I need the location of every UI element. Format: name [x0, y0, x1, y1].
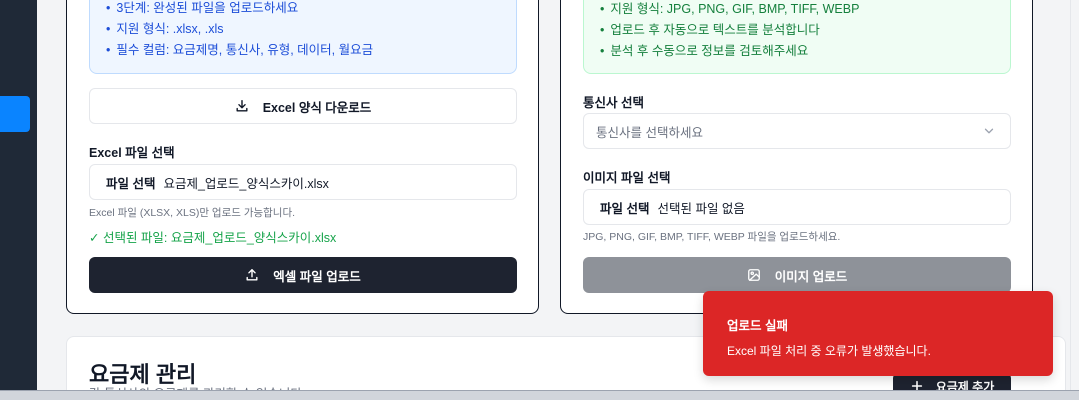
carrier-label: 통신사 선택: [583, 96, 644, 110]
excel-file-label: Excel 파일 선택: [89, 146, 175, 160]
file-choose-button[interactable]: 파일 선택: [600, 198, 649, 217]
sidebar: [0, 0, 37, 392]
toast-title: 업로드 실패: [727, 319, 788, 333]
info-item: 필수 컬럼: 요금제명, 통신사, 유형, 데이터, 월요금: [106, 40, 373, 61]
file-name: 선택된 파일 없음: [657, 201, 745, 216]
toast-description: Excel 파일 처리 중 오류가 발생했습니다.: [727, 344, 931, 358]
image-upload-button[interactable]: 이미지 업로드: [583, 257, 1011, 293]
info-item: 업로드 후 자동으로 텍스트를 분석합니다: [600, 20, 859, 41]
image-help-text: JPG, PNG, GIF, BMP, TIFF, WEBP 파일을 업로드하세…: [583, 231, 841, 243]
upload-icon: [245, 268, 259, 282]
sidebar-active-item[interactable]: [0, 96, 30, 132]
chevron-down-icon: [982, 124, 996, 138]
info-item: 지원 형식: JPG, PNG, GIF, BMP, TIFF, WEBP: [600, 0, 859, 20]
excel-file-input[interactable]: 파일 선택 요금제_업로드_양식스카이.xlsx: [89, 164, 517, 200]
carrier-placeholder: 통신사를 선택하세요: [596, 125, 703, 140]
excel-upload-button[interactable]: 엑셀 파일 업로드: [89, 257, 517, 293]
file-name: 요금제_업로드_양식스카이.xlsx: [163, 176, 329, 191]
carrier-select[interactable]: 통신사를 선택하세요: [583, 113, 1011, 149]
upload-label: 엑셀 파일 업로드: [273, 269, 361, 284]
image-file-label: 이미지 파일 선택: [583, 171, 671, 185]
image-file-input[interactable]: 파일 선택 선택된 파일 없음: [583, 189, 1011, 225]
info-item: 지원 형식: .xlsx, .xls: [106, 19, 373, 40]
page-scrollbar[interactable]: [1070, 0, 1079, 390]
excel-help-text: Excel 파일 (XLSX, XLS)만 업로드 가능합니다.: [89, 207, 296, 219]
image-icon: [747, 268, 761, 282]
window-bottom-bar: [0, 390, 1079, 400]
file-choose-button[interactable]: 파일 선택: [106, 173, 155, 192]
excel-selected-file: ✓ 선택된 파일: 요금제_업로드_양식스카이.xlsx: [89, 231, 337, 245]
image-upload-card: 지원 형식: JPG, PNG, GIF, BMP, TIFF, WEBP 업로…: [560, 0, 1033, 314]
download-label: Excel 양식 다운로드: [262, 100, 372, 115]
error-toast[interactable]: 업로드 실패 Excel 파일 처리 중 오류가 발생했습니다.: [703, 291, 1053, 376]
excel-upload-card: 3단계: 완성된 파일을 업로드하세요 지원 형식: .xlsx, .xls 필…: [66, 0, 539, 314]
image-upload-label: 이미지 업로드: [774, 269, 848, 284]
info-item: 3단계: 완성된 파일을 업로드하세요: [106, 0, 373, 19]
image-info-box: 지원 형식: JPG, PNG, GIF, BMP, TIFF, WEBP 업로…: [583, 0, 1011, 74]
info-item: 분석 후 수동으로 정보를 검토해주세요: [600, 41, 859, 62]
download-icon: [235, 99, 249, 113]
excel-template-download-button[interactable]: Excel 양식 다운로드: [89, 88, 517, 124]
excel-info-box: 3단계: 완성된 파일을 업로드하세요 지원 형식: .xlsx, .xls 필…: [89, 0, 517, 74]
